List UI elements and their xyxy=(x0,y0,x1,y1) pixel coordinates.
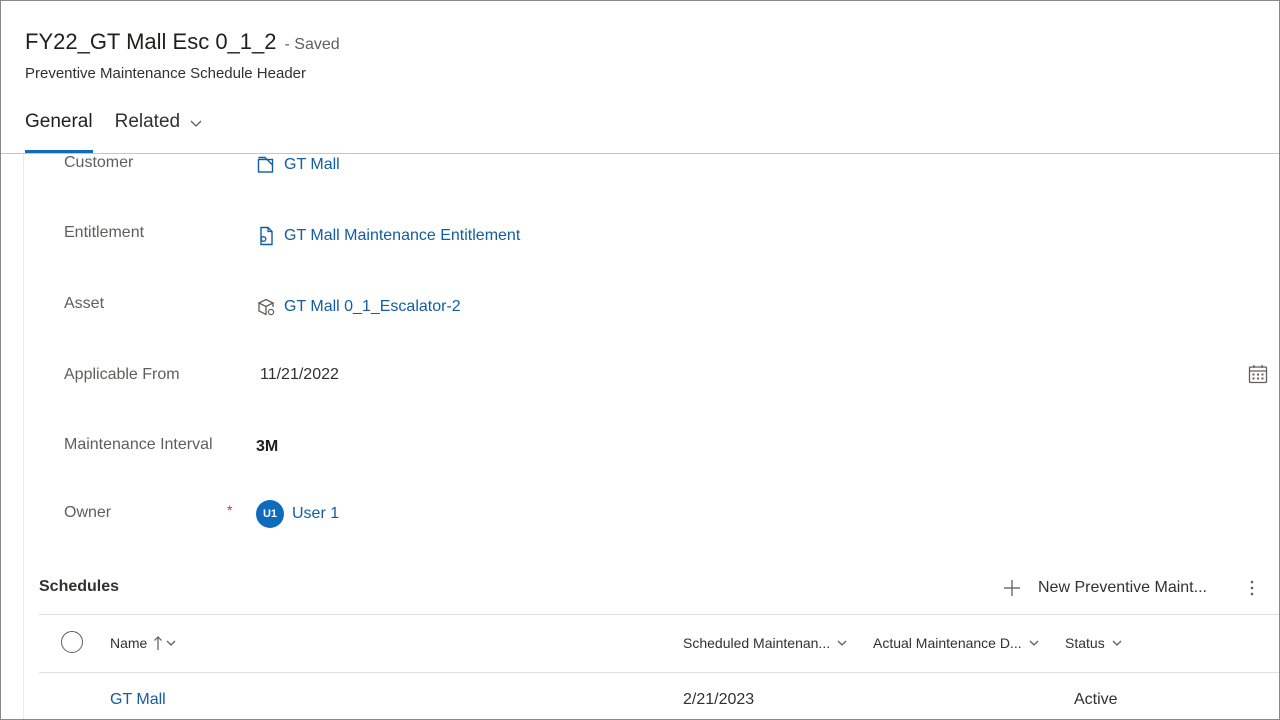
app-frame: FY22_GT Mall Esc 0_1_2 - Saved Preventiv… xyxy=(0,0,1280,720)
row-scheduled-date: 2/21/2023 xyxy=(683,691,755,708)
asset-link[interactable]: GT Mall 0_1_Escalator-2 xyxy=(284,298,461,316)
grid-header-row: Name Scheduled Maintenan... Actual Maint… xyxy=(39,615,1279,672)
record-header: FY22_GT Mall Esc 0_1_2 - Saved Preventiv… xyxy=(1,1,1279,153)
customer-label: Customer xyxy=(64,154,134,171)
new-preventive-maintenance-button[interactable]: New Preventive Maint... xyxy=(1002,574,1207,602)
field-owner: Owner * U1 User 1 xyxy=(24,500,1279,544)
asset-box-icon xyxy=(256,297,276,317)
asset-label: Asset xyxy=(64,295,105,312)
entitlement-value[interactable]: GT Mall Maintenance Entitlement xyxy=(256,226,520,246)
owner-link[interactable]: User 1 xyxy=(292,505,339,523)
row-status: Active xyxy=(1074,691,1118,708)
schedules-title: Schedules xyxy=(39,578,120,595)
customer-value[interactable]: GT Mall xyxy=(256,155,340,175)
column-header-actual-maintenance[interactable]: Actual Maintenance D... xyxy=(873,635,1040,651)
column-scheduled-label: Scheduled Maintenan... xyxy=(683,635,831,651)
applicable-from-label: Applicable From xyxy=(64,366,180,383)
maintenance-interval-value[interactable]: 3M xyxy=(256,438,278,456)
entitlement-link[interactable]: GT Mall Maintenance Entitlement xyxy=(284,227,520,245)
column-header-scheduled-maintenance[interactable]: Scheduled Maintenan... xyxy=(683,635,848,651)
chevron-down-icon xyxy=(836,637,848,649)
column-header-status[interactable]: Status xyxy=(1065,635,1123,651)
column-actual-label: Actual Maintenance D... xyxy=(873,635,1022,651)
required-indicator: * xyxy=(227,502,233,518)
chevron-down-icon xyxy=(165,637,177,649)
save-status: - Saved xyxy=(284,36,340,53)
calendar-icon[interactable] xyxy=(1246,362,1270,386)
applicable-from-value[interactable]: 11/21/2022 xyxy=(260,366,339,384)
plus-icon xyxy=(1002,578,1022,598)
chevron-down-icon xyxy=(1111,637,1123,649)
title-row: FY22_GT Mall Esc 0_1_2 - Saved xyxy=(25,29,340,55)
field-asset: Asset GT Mall 0_1_Escalator-2 xyxy=(24,295,1279,335)
asset-value[interactable]: GT Mall 0_1_Escalator-2 xyxy=(256,297,461,317)
field-applicable-from: Applicable From 11/21/2022 xyxy=(24,365,1279,406)
owner-value[interactable]: U1 User 1 xyxy=(256,500,339,528)
sort-ascending-icon xyxy=(153,635,163,651)
maintenance-interval-input[interactable]: 3M xyxy=(256,438,278,456)
tab-related[interactable]: Related xyxy=(115,109,205,153)
chevron-down-icon xyxy=(188,111,204,135)
record-title: FY22_GT Mall Esc 0_1_2 xyxy=(25,29,277,54)
tab-general[interactable]: General xyxy=(25,109,93,153)
more-options-icon[interactable] xyxy=(1240,576,1264,600)
document-icon xyxy=(256,226,276,246)
entitlement-label: Entitlement xyxy=(64,224,145,241)
owner-label: Owner xyxy=(64,504,112,521)
tab-general-label: General xyxy=(25,111,93,132)
general-form: Customer GT Mall Entitlement GT Mall Mai… xyxy=(23,154,1279,574)
customer-link[interactable]: GT Mall xyxy=(284,156,340,174)
select-all-checkbox[interactable] xyxy=(61,631,83,653)
tab-related-label: Related xyxy=(114,111,181,132)
applicable-from-input[interactable]: 11/21/2022 xyxy=(260,366,339,384)
field-maintenance-interval: Maintenance Interval 3M xyxy=(24,436,1279,476)
column-header-name[interactable]: Name xyxy=(110,635,177,651)
tab-list: General Related xyxy=(25,109,226,153)
avatar: U1 xyxy=(256,500,284,528)
row-name-link[interactable]: GT Mall xyxy=(110,691,166,709)
new-button-label: New Preventive Maint... xyxy=(1038,579,1207,596)
column-name-label: Name xyxy=(110,635,148,651)
maintenance-interval-label: Maintenance Interval xyxy=(64,436,213,453)
entity-name: Preventive Maintenance Schedule Header xyxy=(25,65,307,82)
column-status-label: Status xyxy=(1065,635,1105,651)
field-customer: Customer GT Mall xyxy=(24,154,1279,194)
chevron-down-icon xyxy=(1028,637,1040,649)
schedules-subgrid: Schedules New Preventive Maint... Name S… xyxy=(23,574,1279,719)
table-row[interactable]: GT Mall 2/21/2023 Active xyxy=(39,673,1279,719)
account-icon xyxy=(256,155,276,175)
field-entitlement: Entitlement GT Mall Maintenance Entitlem… xyxy=(24,224,1279,264)
